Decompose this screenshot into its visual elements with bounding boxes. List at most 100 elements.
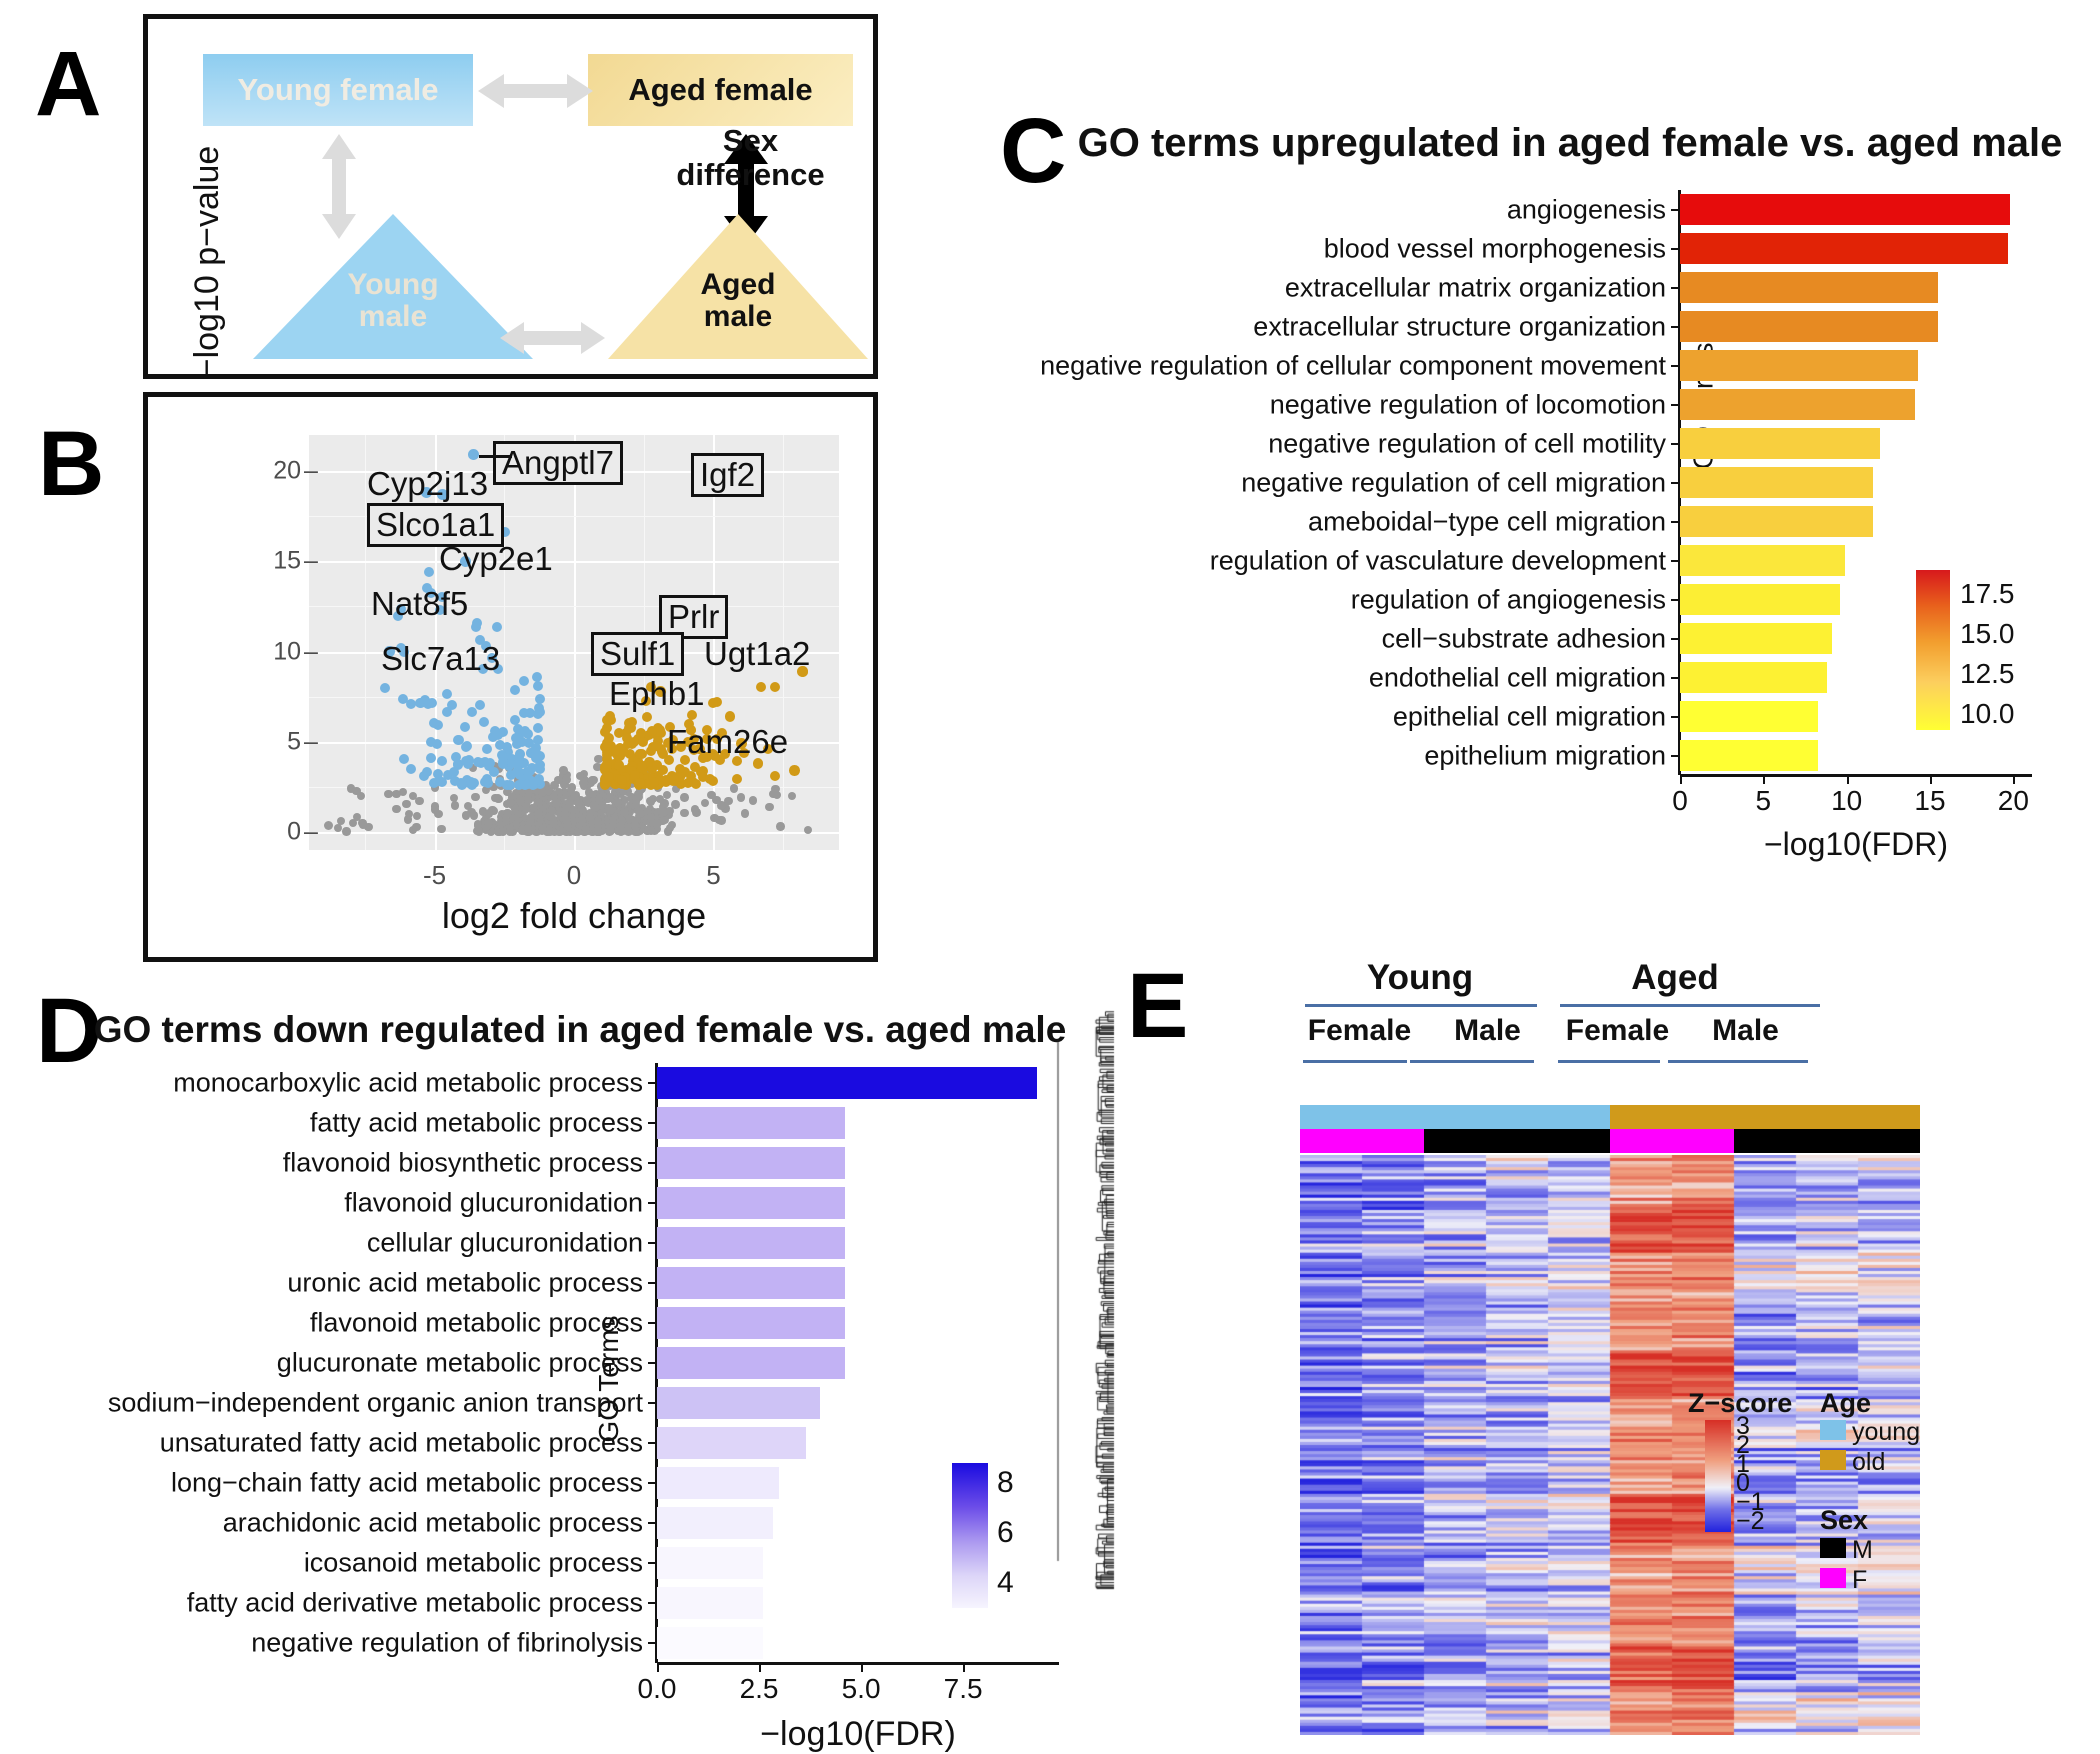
go-bar-down	[657, 1586, 764, 1620]
go-bar-down	[657, 1546, 764, 1580]
go-axis-tick-up	[1671, 403, 1680, 406]
volcano-point	[616, 774, 627, 785]
young-female-label: Young female	[237, 72, 439, 107]
volcano-point	[663, 790, 672, 800]
age-annotation-cell	[1362, 1105, 1424, 1129]
group-title-aged: Aged	[1631, 958, 1719, 997]
volcano-point	[620, 808, 629, 818]
go-bar-up	[1680, 272, 1939, 303]
panel-c-x-tick-mark	[1763, 775, 1766, 784]
volcano-point	[623, 718, 634, 729]
volcano-point	[701, 799, 710, 808]
age-legend-swatch	[1820, 1420, 1846, 1440]
volcano-point	[392, 805, 401, 814]
volcano-point	[323, 821, 334, 831]
volcano-point	[636, 809, 645, 818]
go-axis-tick-down	[648, 1482, 657, 1484]
volcano-point	[577, 816, 587, 825]
go-bar-down	[657, 1346, 845, 1380]
volcano-point	[498, 727, 509, 738]
volcano-point	[474, 700, 485, 711]
age-annotation-cell	[1424, 1105, 1486, 1129]
go-bar-down	[657, 1186, 845, 1220]
volcano-point	[432, 768, 443, 779]
volcano-point	[704, 773, 715, 784]
volcano-point	[765, 802, 774, 812]
age-annotation-strip	[1300, 1105, 1920, 1129]
volcano-point	[671, 800, 680, 809]
volcano-gene-label: Ephb1	[609, 675, 705, 712]
volcano-x-tick: 5	[706, 860, 721, 890]
volcano-point	[518, 707, 529, 718]
go-term-label-up: negative regulation of locomotion	[1269, 389, 1666, 419]
volcano-point	[534, 809, 543, 819]
volcano-point	[579, 778, 588, 788]
volcano-point	[560, 810, 570, 819]
volcano-point	[680, 808, 689, 818]
volcano-gene-label: Angptl7	[493, 441, 623, 485]
volcano-x-axis-label: log2 fold change	[441, 895, 707, 936]
volcano-point	[456, 779, 467, 790]
volcano-point	[513, 752, 524, 763]
young-male-label: Young male	[347, 268, 439, 334]
panel-d-x-axis-line	[657, 1662, 1059, 1665]
rule-young	[1305, 1004, 1537, 1007]
go-bar-up	[1680, 467, 1874, 498]
volcano-gene-label: Ugt1a2	[704, 635, 811, 672]
volcano-point	[466, 706, 477, 717]
go-axis-tick-up	[1671, 364, 1680, 367]
sex-annotation-cell	[1486, 1129, 1548, 1153]
go-bar-down	[657, 1386, 821, 1420]
go-axis-tick-up	[1671, 208, 1680, 211]
go-term-label-up: negative regulation of cellular componen…	[1040, 350, 1666, 380]
go-axis-tick-down	[648, 1322, 657, 1324]
panel-d-legend-tick: 8	[997, 1466, 1014, 1499]
sex-difference-label: Sex difference	[676, 123, 825, 193]
sex-legend-label: F	[1852, 1566, 1868, 1594]
grid-line-horizontal	[309, 561, 839, 564]
go-axis-tick-up	[1671, 442, 1680, 445]
age-legend-swatch	[1820, 1450, 1846, 1470]
sex-annotation-strip	[1300, 1129, 1920, 1153]
go-term-label-down: long−chain fatty acid metabolic process	[170, 1467, 643, 1498]
go-bar-up	[1680, 233, 2009, 264]
go-term-label-down: arachidonic acid metabolic process	[222, 1507, 643, 1538]
go-axis-tick-down	[648, 1402, 657, 1404]
go-term-label-up: negative regulation of cell migration	[1241, 467, 1666, 497]
panel-c-legend-tick: 12.5	[1960, 658, 2015, 689]
age-annotation-cell	[1858, 1105, 1920, 1129]
sex-annotation-cell	[1858, 1129, 1920, 1153]
volcano-point	[619, 746, 630, 757]
volcano-point	[478, 717, 489, 728]
go-term-label-down: uronic acid metabolic process	[287, 1267, 643, 1298]
volcano-point	[631, 821, 640, 830]
go-bar-up	[1680, 623, 1832, 654]
aged-male-label: Aged male	[700, 268, 776, 334]
volcano-point	[532, 722, 543, 733]
go-bar-up	[1680, 506, 1874, 537]
volcano-point	[470, 621, 481, 632]
go-bar-up	[1680, 428, 1880, 459]
volcano-point	[642, 712, 653, 723]
sex-legend-swatch	[1820, 1568, 1846, 1588]
go-bar-down	[657, 1506, 774, 1540]
volcano-gene-label: Sulf1	[591, 632, 685, 676]
go-bar-down	[657, 1226, 845, 1260]
volcano-point	[460, 755, 471, 766]
panel-c-x-tick: 5	[1755, 785, 1772, 816]
volcano-point	[736, 793, 746, 802]
volcano-leader-line	[478, 454, 512, 458]
volcano-point	[484, 818, 493, 827]
volcano-point	[776, 822, 785, 831]
go-bar-down	[657, 1106, 845, 1140]
panel-a-letter: A	[35, 33, 102, 135]
subgroup-young-female: Female	[1307, 1014, 1412, 1047]
volcano-point	[635, 727, 646, 738]
volcano-point	[582, 796, 592, 805]
volcano-point	[601, 714, 612, 725]
go-term-label-down: fatty acid derivative metabolic process	[186, 1587, 643, 1618]
volcano-y-tick: 0	[287, 817, 318, 846]
volcano-point	[629, 736, 640, 747]
volcano-point	[646, 813, 656, 822]
go-axis-tick-up	[1671, 481, 1680, 484]
